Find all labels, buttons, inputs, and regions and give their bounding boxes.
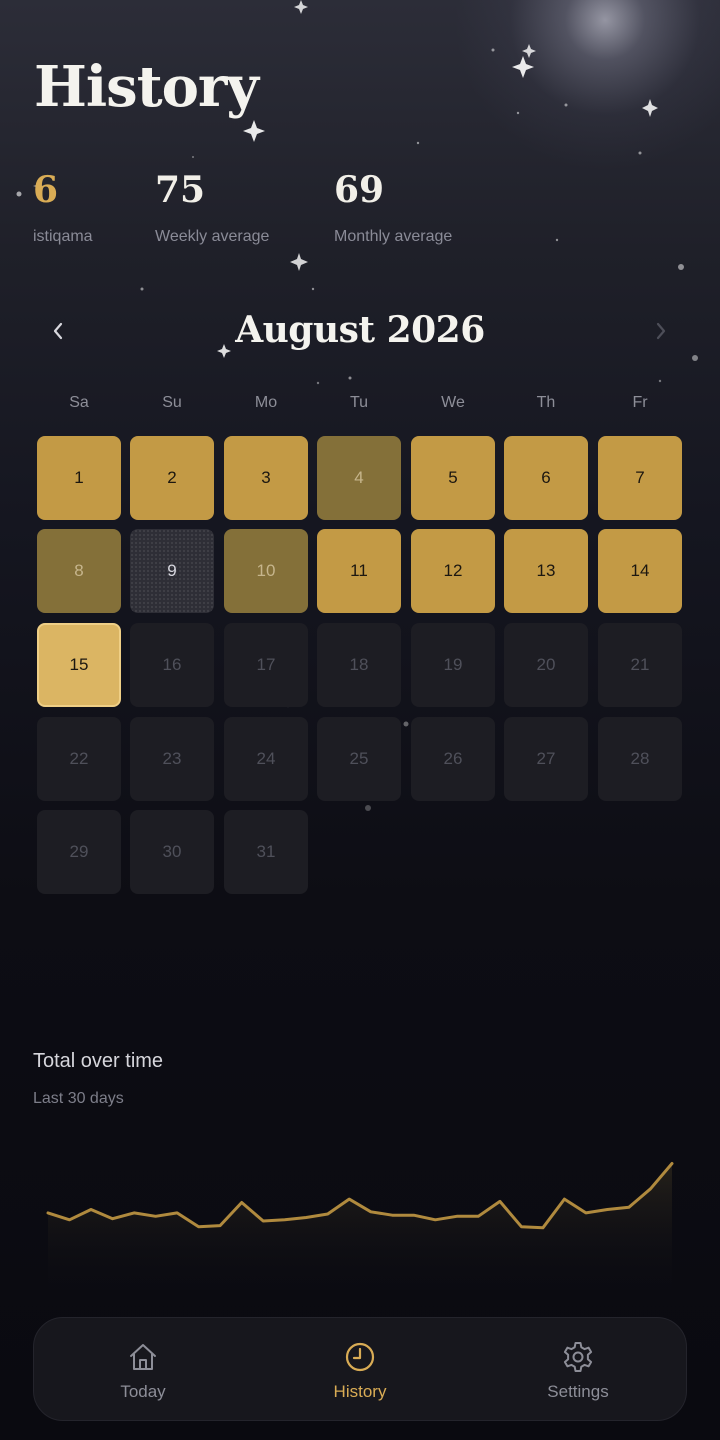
stat-value: 69 (334, 169, 385, 211)
calendar-day-31[interactable]: 31 (224, 810, 308, 894)
calendar-day-17[interactable]: 17 (224, 623, 308, 707)
star-dot (678, 264, 684, 270)
calendar-day-18[interactable]: 18 (317, 623, 401, 707)
stat-value: 6 (33, 169, 59, 211)
weekday-label: Sa (69, 394, 89, 411)
weekday-label: Fr (632, 394, 648, 411)
weekday-label: Th (536, 394, 556, 411)
calendar-day-22[interactable]: 22 (37, 717, 121, 801)
month-title: August 2026 (235, 309, 485, 351)
calendar-day-5[interactable]: 5 (411, 436, 495, 520)
star-dot (348, 376, 352, 380)
tab-label: History (333, 1382, 387, 1401)
star-dot (638, 151, 642, 155)
stat-label: Weekly average (155, 228, 270, 245)
sparkle-star (294, 0, 308, 14)
tab-label: Settings (547, 1382, 609, 1401)
calendar-day-20[interactable]: 20 (504, 623, 588, 707)
star-dot (140, 287, 144, 291)
stat-label: Monthly average (334, 228, 453, 245)
next-month-button[interactable] (643, 313, 679, 349)
calendar-day-14[interactable]: 14 (598, 529, 682, 613)
calendar-day-16[interactable]: 16 (130, 623, 214, 707)
calendar-day-12[interactable]: 12 (411, 529, 495, 613)
stat-monthly-average: 69 Monthly average (334, 170, 452, 246)
calendar-day-6[interactable]: 6 (504, 436, 588, 520)
star-dot (564, 103, 568, 107)
calendar-day-23[interactable]: 23 (130, 717, 214, 801)
calendar-day-9[interactable]: 9 (130, 529, 214, 613)
sparkle-star (243, 120, 265, 142)
weekday-label: Su (162, 394, 182, 411)
star-dot (491, 48, 495, 52)
weekday-label: Tu (349, 394, 369, 411)
chart-area (48, 1163, 672, 1290)
calendar-day-24[interactable]: 24 (224, 717, 308, 801)
calendar-day-30[interactable]: 30 (130, 810, 214, 894)
star-dot (658, 379, 662, 383)
weekday-label: We (441, 394, 465, 411)
sparkle-star (512, 56, 534, 78)
stat-weekly-average: 75 Weekly average (155, 170, 269, 246)
calendar-day-10[interactable]: 10 (224, 529, 308, 613)
gear-icon (563, 1342, 593, 1372)
calendar-day-21[interactable]: 21 (598, 623, 682, 707)
calendar-day-3[interactable]: 3 (224, 436, 308, 520)
chevron-right-icon (656, 322, 666, 340)
tab-today[interactable]: Today (43, 1318, 243, 1422)
calendar-day-7[interactable]: 7 (598, 436, 682, 520)
calendar-day-4[interactable]: 4 (317, 436, 401, 520)
sparkle-star (522, 44, 536, 58)
tab-history[interactable]: History (260, 1318, 460, 1422)
star-dot (192, 156, 194, 158)
calendar-day-28[interactable]: 28 (598, 717, 682, 801)
calendar-day-2[interactable]: 2 (130, 436, 214, 520)
weekday-label: Mo (254, 394, 278, 411)
star-dot (311, 287, 315, 291)
history-screen: History 6 istiqama 75 Weekly average 69 … (0, 0, 720, 1440)
calendar-day-1[interactable]: 1 (37, 436, 121, 520)
clock-icon (345, 1342, 375, 1372)
page-title: History (34, 54, 259, 120)
calendar-day-26[interactable]: 26 (411, 717, 495, 801)
star-dot (16, 191, 22, 197)
stat-label: istiqama (33, 228, 93, 245)
star-dot (316, 381, 320, 385)
month-navigation: August 2026 (0, 305, 720, 365)
stat-value: 75 (155, 169, 206, 211)
total-over-time-chart (46, 1162, 674, 1290)
calendar-day-11[interactable]: 11 (317, 529, 401, 613)
sparkle-star (290, 253, 308, 271)
chart-subtitle: Last 30 days (33, 1090, 124, 1107)
stat-istiqama: 6 istiqama (33, 170, 93, 246)
calendar-day-15[interactable]: 15 (37, 623, 121, 707)
tab-settings[interactable]: Settings (478, 1318, 678, 1422)
calendar-day-25[interactable]: 25 (317, 717, 401, 801)
calendar-day-8[interactable]: 8 (37, 529, 121, 613)
star-dot (416, 141, 420, 145)
calendar-day-29[interactable]: 29 (37, 810, 121, 894)
calendar-day-13[interactable]: 13 (504, 529, 588, 613)
home-icon (130, 1344, 156, 1370)
chart-title: Total over time (33, 1050, 164, 1072)
sparkle-star (642, 99, 658, 117)
star-dot (403, 721, 409, 727)
tab-label: Today (120, 1382, 166, 1401)
star-dot (365, 805, 371, 811)
calendar-day-19[interactable]: 19 (411, 623, 495, 707)
calendar-day-27[interactable]: 27 (504, 717, 588, 801)
star-dot (516, 111, 520, 115)
star-dot (555, 238, 559, 242)
bottom-tab-bar: Today History Settings (33, 1317, 687, 1421)
